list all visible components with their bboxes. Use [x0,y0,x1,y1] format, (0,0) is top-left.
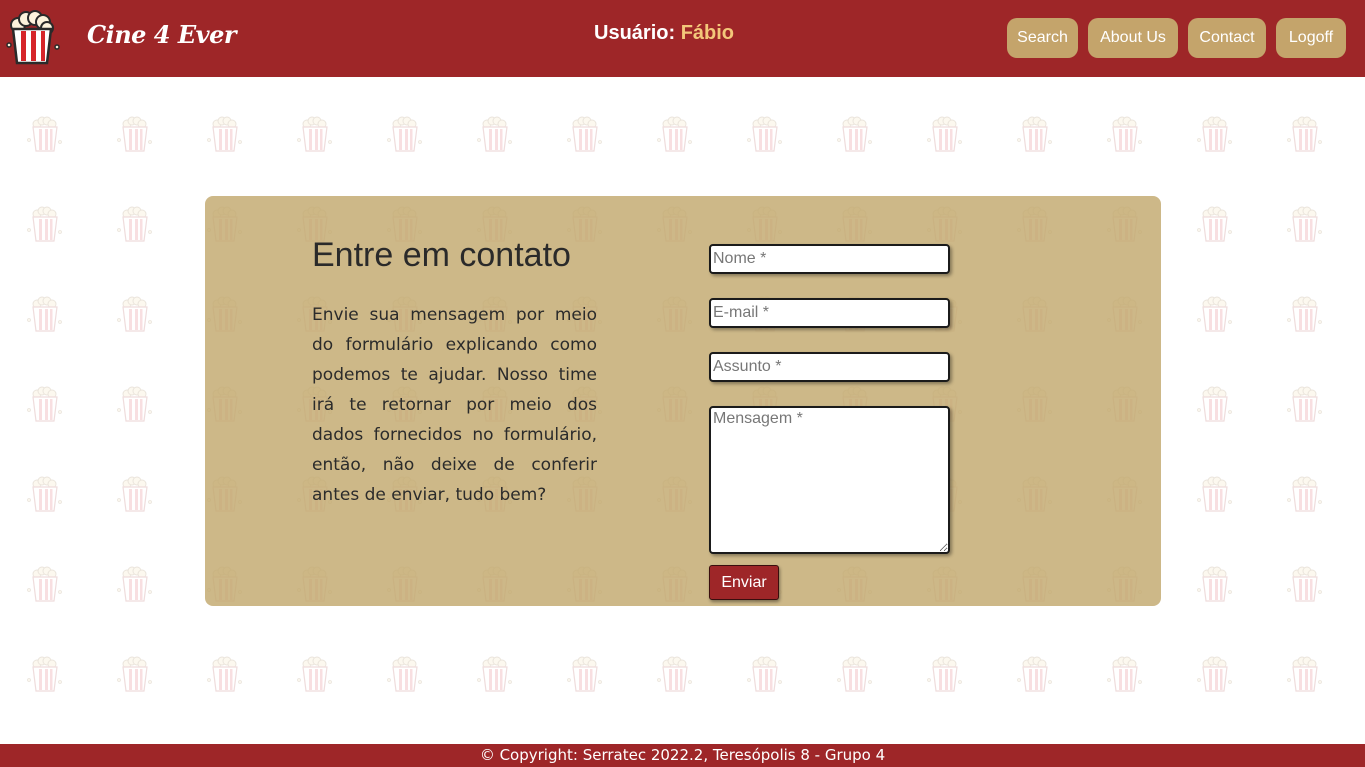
contact-card: Entre em contato Envie sua mensagem por … [205,196,1161,606]
nav-contact-button[interactable]: Contact [1188,18,1266,58]
user-label: Usuário: [594,22,676,44]
contact-title: Entre em contato [312,236,571,274]
brand-name[interactable]: Cine 4 Ever [87,20,237,49]
nav-search-button[interactable]: Search [1007,18,1078,58]
contact-description: Envie sua mensagem por meio do formulári… [312,305,597,505]
nav-about-button[interactable]: About Us [1088,18,1178,58]
user-name: Fábio [680,22,735,44]
email-input[interactable] [709,298,950,328]
top-navbar: Cine 4 Ever Usuário: Fábio Search About … [0,0,1365,77]
footer: © Copyright: Serratec 2022.2, Teresópoli… [0,744,1365,767]
message-textarea[interactable] [709,406,950,554]
subject-input[interactable] [709,352,950,382]
nav-logoff-button[interactable]: Logoff [1276,18,1346,58]
user-greeting: Usuário: Fábio [594,22,734,45]
popcorn-logo-icon[interactable] [4,9,62,67]
submit-button[interactable]: Enviar [709,565,779,600]
copyright-text: © Copyright: Serratec 2022.2, Teresópoli… [479,746,886,764]
name-input[interactable] [709,244,950,274]
